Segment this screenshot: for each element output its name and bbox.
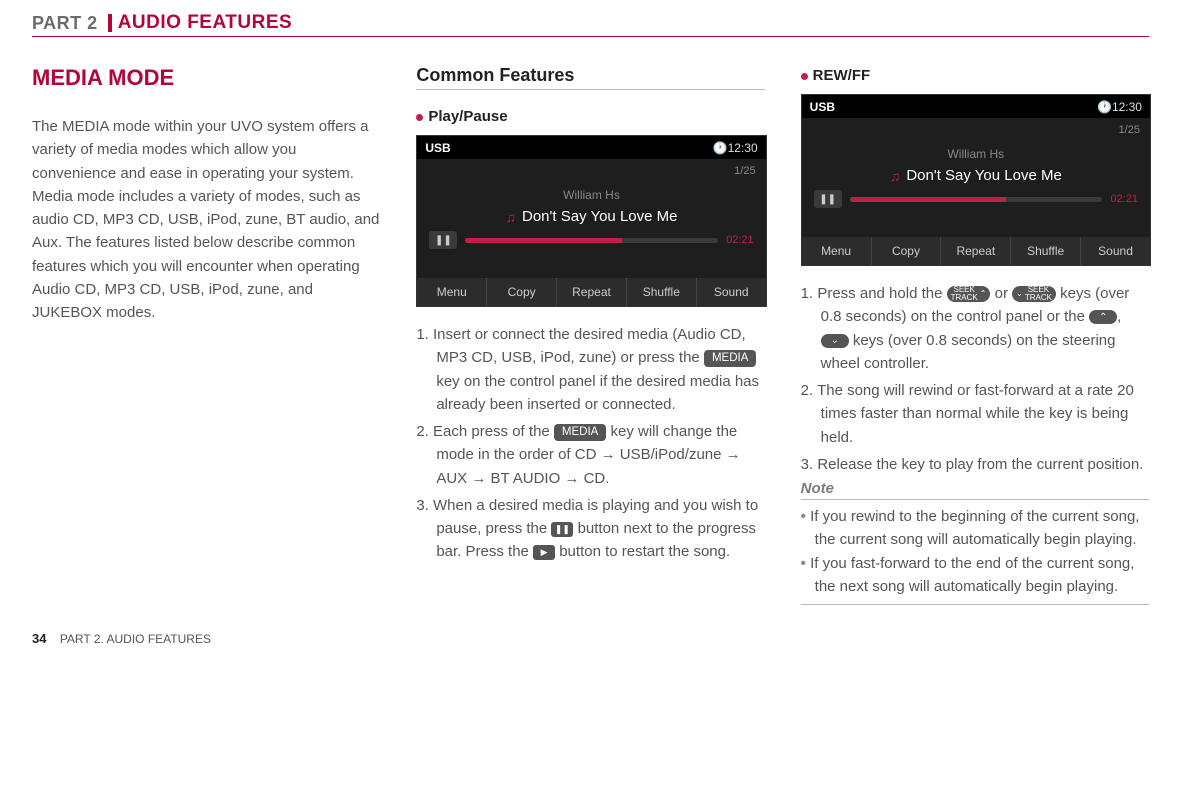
rew-ff-step-3: 3. Release the key to play from the curr… [801,453,1149,476]
ss-source-label: USB [425,141,450,155]
rew-ff-label: REW/FF [813,67,871,84]
clock-icon: 🕐 [1097,100,1112,114]
section-title-media-mode: MEDIA MODE [32,65,380,91]
header-title: AUDIO FEATURES [118,12,292,34]
bullet-icon [801,73,808,80]
ss-title: ♫ Don't Say You Love Me [802,167,1150,184]
step-3: 3. When a desired media is playing and y… [416,494,764,564]
common-features-heading: Common Features [416,65,764,90]
ss-btn-copy[interactable]: Copy [872,237,942,265]
media-key-icon: MEDIA [554,424,606,441]
play-pause-label: Play/Pause [428,108,507,125]
play-icon: ▶ [533,545,555,560]
seek-track-down-icon: ⌄SEEKTRACK [1012,286,1056,302]
note-1: • If you rewind to the beginning of the … [801,506,1149,551]
ss-elapsed: 02:21 [726,234,754,246]
seek-track-up-icon: SEEKTRACK⌃ [947,286,991,302]
ss-btn-shuffle[interactable]: Shuffle [1011,237,1081,265]
note-label: Note [801,480,1149,500]
ss-btn-sound[interactable]: Sound [1081,237,1150,265]
media-mode-intro: The MEDIA mode within your UVO system of… [32,115,380,324]
bullet-icon [416,114,423,121]
ss-btn-repeat[interactable]: Repeat [557,278,627,306]
column-2: Common Features Play/Pause USB 🕐12:30 1/… [416,65,764,605]
column-3: REW/FF USB 🕐12:30 1/25 William Hs ♫ Don'… [801,65,1149,605]
wheel-up-icon: ⌃ [1089,310,1117,324]
ss-btn-shuffle[interactable]: Shuffle [627,278,697,306]
ss-artist: William Hs [417,188,765,202]
step-1: 1. Insert or connect the desired media (… [416,323,764,416]
part-label: PART 2 [32,13,98,34]
ss-track-name: Don't Say You Love Me [906,167,1061,184]
play-pause-heading: Play/Pause [416,108,764,125]
note-2: • If you fast-forward to the end of the … [801,553,1149,598]
ss-pause-button[interactable]: ❚❚ [429,231,457,249]
ss-track-name: Don't Say You Love Me [522,208,677,225]
music-note-icon: ♫ [890,168,901,184]
clock-icon: 🕐 [713,141,728,155]
page-header: PART 2 AUDIO FEATURES [32,12,1149,37]
ss-elapsed: 02:21 [1110,193,1138,205]
ss-clock: 🕐12:30 [713,141,758,155]
ss-btn-menu[interactable]: Menu [802,237,872,265]
ss-title: ♫ Don't Say You Love Me [417,208,765,225]
ss-track-count: 1/25 [734,165,755,177]
pause-icon: ❚❚ [551,522,573,537]
ss-btn-copy[interactable]: Copy [487,278,557,306]
ss-source-label: USB [810,100,835,114]
rew-ff-step-1: 1. Press and hold the SEEKTRACK⌃ or ⌄SEE… [801,282,1149,375]
ss-btn-repeat[interactable]: Repeat [941,237,1011,265]
header-divider-icon [108,14,112,32]
note-end-rule-icon [801,604,1149,605]
media-key-icon: MEDIA [704,350,756,367]
usb-screenshot-1: USB 🕐12:30 1/25 William Hs ♫ Don't Say Y… [416,135,766,307]
rew-ff-heading: REW/FF [801,67,1149,84]
column-1: MEDIA MODE The MEDIA mode within your UV… [32,65,380,605]
ss-clock: 🕐12:30 [1097,100,1142,114]
wheel-down-icon: ⌄ [821,334,849,348]
page-number: 34 [32,631,46,646]
ss-progress-bar[interactable] [465,238,718,243]
ss-pause-button[interactable]: ❚❚ [814,190,842,208]
rew-ff-steps: 1. Press and hold the SEEKTRACK⌃ or ⌄SEE… [801,282,1149,476]
usb-screenshot-2: USB 🕐12:30 1/25 William Hs ♫ Don't Say Y… [801,94,1151,266]
ss-btn-menu[interactable]: Menu [417,278,487,306]
ss-btn-sound[interactable]: Sound [697,278,766,306]
play-pause-steps: 1. Insert or connect the desired media (… [416,323,764,564]
ss-artist: William Hs [802,147,1150,161]
page-footer: 34 PART 2. AUDIO FEATURES [32,631,1149,646]
ss-progress-bar[interactable] [850,197,1103,202]
footer-caption: PART 2. AUDIO FEATURES [60,632,211,646]
ss-track-count: 1/25 [1119,124,1140,136]
rew-ff-step-2: 2. The song will rewind or fast-forward … [801,379,1149,449]
music-note-icon: ♫ [506,209,517,225]
step-2: 2. Each press of the MEDIA key will chan… [416,420,764,490]
